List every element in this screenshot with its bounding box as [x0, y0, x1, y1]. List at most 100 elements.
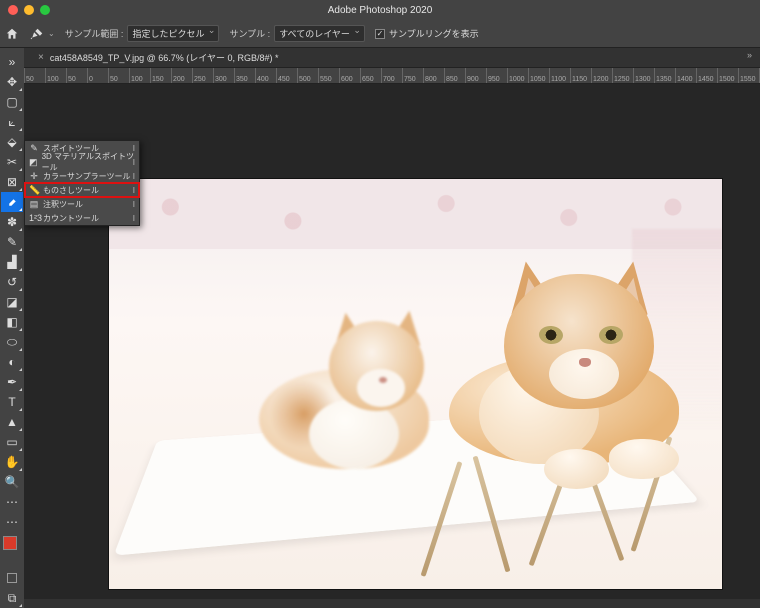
- ruler-tick: 100: [45, 68, 66, 83]
- ruler-tick: 1450: [696, 68, 717, 83]
- blur-tool[interactable]: ⬭: [1, 332, 23, 352]
- crop-tool[interactable]: ✂: [1, 152, 23, 172]
- ruler-horizontal[interactable]: 5010050050100150200250300350400450500550…: [24, 68, 760, 84]
- flyout-shortcut: I: [133, 200, 135, 209]
- quick-mask-toggle[interactable]: [1, 568, 23, 588]
- healing-brush-tool[interactable]: ✽: [1, 212, 23, 232]
- sample-size-select[interactable]: 指定したピクセル: [127, 25, 219, 42]
- flyout-ruler-tool[interactable]: 📏 ものさしツール I: [25, 183, 139, 197]
- ruler-icon: 📏: [29, 185, 39, 196]
- ruler-tick: 200: [171, 68, 192, 83]
- flyout-shortcut: I: [133, 158, 135, 167]
- ruler-tick: 50: [24, 68, 45, 83]
- app-title: Adobe Photoshop 2020: [328, 5, 433, 16]
- lasso-tool[interactable]: ⟀: [1, 112, 23, 132]
- ruler-tick: 150: [150, 68, 171, 83]
- show-ring-checkbox[interactable]: ✓: [375, 29, 385, 39]
- brush-tool[interactable]: ✎: [1, 232, 23, 252]
- ruler-tick: 1150: [570, 68, 591, 83]
- toolbar-divider: ⋯: [1, 492, 23, 512]
- close-window-button[interactable]: [8, 5, 18, 15]
- ruler-tick: 550: [318, 68, 339, 83]
- target-icon: ✛: [29, 171, 39, 182]
- quick-select-tool[interactable]: ⬙: [1, 132, 23, 152]
- sample-label: サンプル :: [229, 27, 270, 40]
- pen-tool[interactable]: ✒: [1, 372, 23, 392]
- ruler-tick: 400: [255, 68, 276, 83]
- cube-icon: ◩: [29, 157, 38, 168]
- ruler-tick: 50: [108, 68, 129, 83]
- macos-titlebar: Adobe Photoshop 2020: [0, 0, 760, 20]
- close-tab-icon[interactable]: ×: [38, 52, 44, 63]
- frame-tool[interactable]: ⊠: [1, 172, 23, 192]
- flyout-note-tool[interactable]: ▤ 注釈ツール I: [25, 197, 139, 211]
- tool-preset[interactable]: ⌄: [30, 27, 55, 41]
- shape-tool[interactable]: ▭: [1, 432, 23, 452]
- ruler-tick: 900: [465, 68, 486, 83]
- flyout-label: カウントツール: [43, 213, 99, 224]
- ruler-tick: 250: [192, 68, 213, 83]
- ruler-tick: 300: [213, 68, 234, 83]
- clone-stamp-tool[interactable]: ▟: [1, 252, 23, 272]
- foreground-swatch[interactable]: [3, 536, 17, 550]
- flyout-label: 注釈ツール: [43, 199, 83, 210]
- document-tab[interactable]: × cat458A8549_TP_V.jpg @ 66.7% (レイヤー 0, …: [28, 48, 289, 67]
- flyout-shortcut: I: [133, 186, 135, 195]
- tab-scroll-right[interactable]: »: [747, 50, 752, 60]
- document-tab-bar: × cat458A8549_TP_V.jpg @ 66.7% (レイヤー 0, …: [0, 48, 760, 68]
- tools-panel: » ✥ ▢ ⟀ ⬙ ✂ ⊠ ✽ ✎ ▟ ↺ ◪ ◧ ⬭ ◐ ✒ T ▲ ▭ ✋ …: [0, 48, 24, 608]
- expand-tools-icon[interactable]: »: [1, 52, 23, 72]
- traffic-lights: [0, 5, 50, 15]
- ruler-tick: 1200: [591, 68, 612, 83]
- eyedropper-icon: ✎: [29, 143, 39, 154]
- history-brush-tool[interactable]: ↺: [1, 272, 23, 292]
- hand-tool[interactable]: ✋: [1, 452, 23, 472]
- ruler-tick: 950: [486, 68, 507, 83]
- zoom-tool[interactable]: 🔍: [1, 472, 23, 492]
- gradient-tool[interactable]: ◧: [1, 312, 23, 332]
- ruler-tick: 750: [402, 68, 423, 83]
- document-canvas[interactable]: [109, 179, 722, 589]
- flyout-label: ものさしツール: [43, 185, 99, 196]
- ruler-tick: 1050: [528, 68, 549, 83]
- ruler-tick: 1100: [549, 68, 570, 83]
- marquee-tool[interactable]: ▢: [1, 92, 23, 112]
- document-tab-label: cat458A8549_TP_V.jpg @ 66.7% (レイヤー 0, RG…: [50, 51, 279, 64]
- edit-toolbar[interactable]: ⋯: [1, 512, 23, 532]
- ruler-tick: 350: [234, 68, 255, 83]
- ruler-tick: 1000: [507, 68, 528, 83]
- flyout-color-sampler-tool[interactable]: ✛ カラーサンプラーツール I: [25, 169, 139, 183]
- ruler-tick: 500: [297, 68, 318, 83]
- screen-mode-toggle[interactable]: ⧉: [1, 588, 23, 608]
- type-tool[interactable]: T: [1, 392, 23, 412]
- ruler-tick: 650: [360, 68, 381, 83]
- flyout-shortcut: I: [133, 172, 135, 181]
- image-content: [109, 179, 722, 589]
- eraser-tool[interactable]: ◪: [1, 292, 23, 312]
- flyout-count-tool[interactable]: 1²3 カウントツール I: [25, 211, 139, 225]
- ruler-tick: 0: [87, 68, 108, 83]
- note-icon: ▤: [29, 199, 39, 210]
- ruler-tick: 1550: [738, 68, 759, 83]
- ruler-tick: 1500: [717, 68, 738, 83]
- flyout-label: カラーサンプラーツール: [43, 171, 130, 182]
- flyout-3d-material-eyedropper[interactable]: ◩ 3D マテリアルスポイトツール I: [25, 155, 139, 169]
- move-tool[interactable]: ✥: [1, 72, 23, 92]
- ruler-tick: 100: [129, 68, 150, 83]
- home-button[interactable]: [4, 26, 20, 42]
- counter-icon: 1²3: [29, 213, 39, 223]
- color-swatches[interactable]: [1, 536, 23, 562]
- eyedropper-flyout-menu: ✎ スポイトツール I ◩ 3D マテリアルスポイトツール I ✛ カラーサンプ…: [24, 140, 140, 226]
- ruler-tick: 1350: [654, 68, 675, 83]
- sample-size-label: サンプル範囲 :: [65, 27, 124, 40]
- zoom-window-button[interactable]: [40, 5, 50, 15]
- ruler-tick: 50: [66, 68, 87, 83]
- path-select-tool[interactable]: ▲: [1, 412, 23, 432]
- dodge-tool[interactable]: ◐: [1, 352, 23, 372]
- ruler-tick: 850: [444, 68, 465, 83]
- eyedropper-tool[interactable]: [1, 192, 23, 212]
- sample-select[interactable]: すべてのレイヤー: [274, 25, 365, 42]
- options-bar: ⌄ サンプル範囲 : 指定したピクセル サンプル : すべてのレイヤー ✓ サン…: [0, 20, 760, 48]
- minimize-window-button[interactable]: [24, 5, 34, 15]
- ruler-tick: 1400: [675, 68, 696, 83]
